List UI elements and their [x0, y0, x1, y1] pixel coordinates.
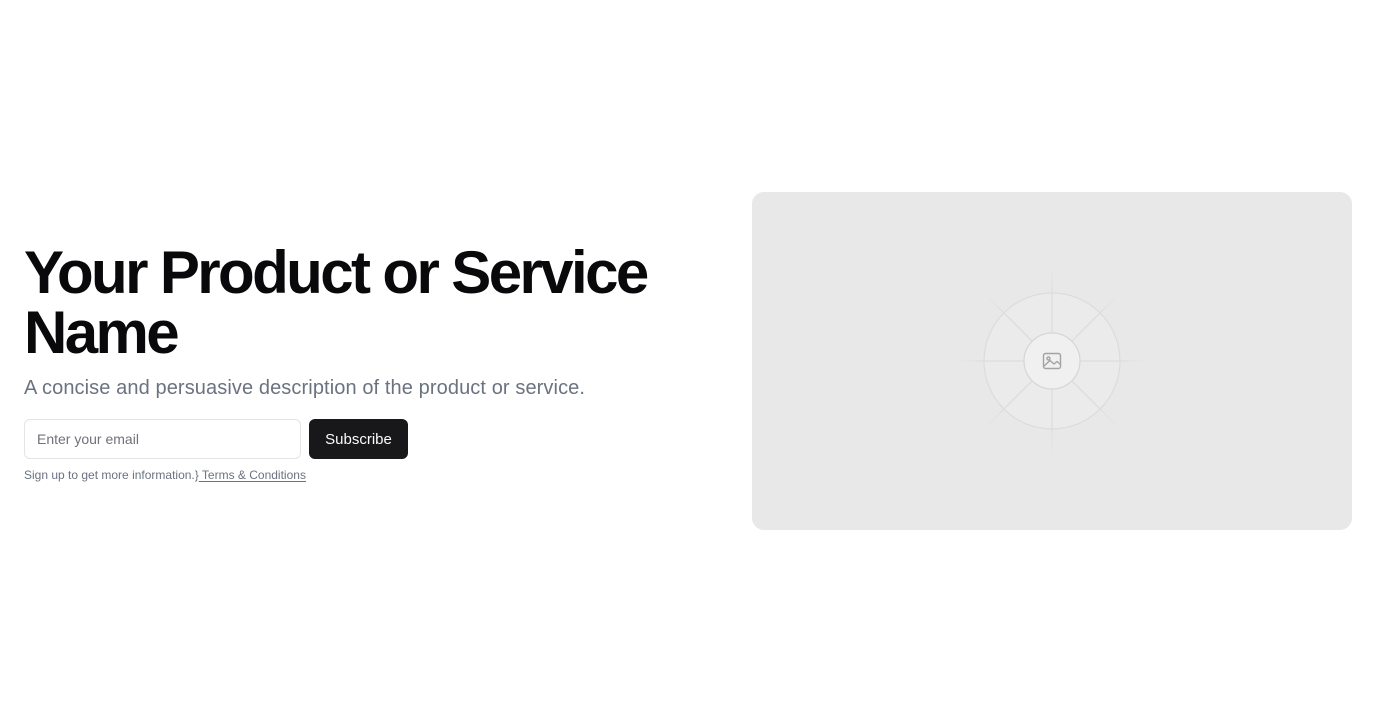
subscribe-form: Subscribe: [24, 419, 704, 459]
image-placeholder: [752, 192, 1352, 530]
hero-description: A concise and persuasive description of …: [24, 377, 586, 399]
terms-link[interactable]: Terms & Conditions: [199, 468, 306, 482]
signup-note-text: Sign up to get more information.}: [24, 468, 199, 482]
hero-content: Your Product or Service Name A concise a…: [24, 243, 704, 483]
page-title: Your Product or Service Name: [24, 239, 649, 366]
email-input[interactable]: [24, 419, 301, 459]
placeholder-inner-circle: [1023, 332, 1081, 390]
signup-note: Sign up to get more information.} Terms …: [24, 467, 704, 483]
hero-section: Your Product or Service Name A concise a…: [0, 0, 1376, 722]
image-placeholder-graphic: [957, 266, 1147, 456]
subscribe-button[interactable]: Subscribe: [309, 419, 408, 459]
